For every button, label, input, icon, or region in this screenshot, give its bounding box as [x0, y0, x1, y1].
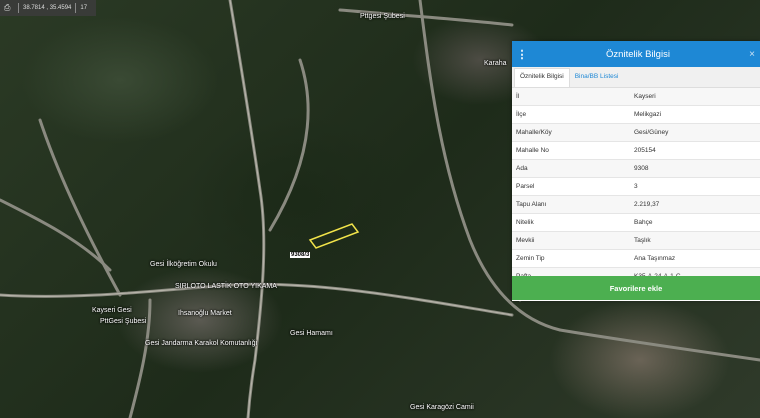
printer-icon[interactable]: ⎙ — [4, 4, 14, 12]
row-value: 3 — [634, 183, 638, 190]
attribute-table: İl Kayseri İlçe Melikgazi Mahalle/Köy Gesi/… — [512, 88, 760, 286]
row-value: 9308 — [634, 165, 649, 172]
add-to-favorites-button[interactable]: Favorilere ekle — [512, 276, 760, 300]
coordinate-readout: 38.7814 , 35.4594 — [23, 5, 72, 11]
table-row: İl Kayseri — [512, 88, 760, 106]
table-row: Ada 9308 — [512, 160, 760, 178]
coordinate-toolbar: ⎙ 38.7814 , 35.4594 17 — [0, 0, 96, 16]
map-place-label[interactable]: Gesi Karagözi Camii — [410, 404, 474, 411]
row-value: 2.219,37 — [634, 201, 660, 208]
map-place-label[interactable]: Karaha — [484, 60, 507, 67]
table-row: Zemin Tip Ana Taşınmaz — [512, 250, 760, 268]
map-place-label[interactable]: Gesi Jandarma Karakol Komutanlığı — [145, 340, 257, 347]
table-row: İlçe Melikgazi — [512, 106, 760, 124]
row-value: 205154 — [634, 147, 656, 154]
row-key: Zemin Tip — [516, 255, 545, 262]
row-key: Mahalle/Köy — [516, 129, 552, 136]
panel-header: ⋮ Öznitelik Bilgisi × — [512, 41, 760, 67]
row-key: İl — [516, 93, 520, 100]
panel-title: Öznitelik Bilgisi — [606, 48, 670, 60]
table-row: Mahalle/Köy Gesi/Güney — [512, 124, 760, 142]
row-key: Tapu Alanı — [516, 201, 547, 208]
attribute-panel: ⋮ Öznitelik Bilgisi × Öznitelik Bilgisi … — [512, 41, 760, 301]
row-value: Ana Taşınmaz — [634, 255, 676, 262]
tab-building-list[interactable]: Bina/BB Listesi — [570, 69, 624, 87]
map-place-label[interactable]: Ihsanoğlu Market — [178, 310, 232, 317]
close-icon[interactable]: × — [744, 49, 760, 60]
row-value: Bahçe — [634, 219, 653, 226]
toolbar-divider — [75, 3, 77, 13]
parcel-label[interactable]: 9308/3 — [290, 252, 311, 258]
row-key: Mahalle No — [516, 147, 549, 154]
parcel-outline — [308, 223, 360, 249]
tab-attribute-info[interactable]: Öznitelik Bilgisi — [514, 68, 570, 87]
row-key: Nitelik — [516, 219, 534, 226]
row-value: Melikgazi — [634, 111, 662, 118]
row-key: Mevkii — [516, 237, 535, 244]
map-place-label[interactable]: PttGesi Şubesi — [100, 318, 146, 325]
table-row: Mevkii Taşlık — [512, 232, 760, 250]
row-value: Taşlık — [634, 237, 651, 244]
row-key: Ada — [516, 165, 528, 172]
row-key: Parsel — [516, 183, 535, 190]
map-place-label[interactable]: SIRLOTO LASTİK OTO YIKAMA — [175, 283, 277, 290]
row-value: Gesi/Güney — [634, 129, 669, 136]
menu-icon[interactable]: ⋮ — [512, 48, 532, 61]
map-place-label[interactable]: Pttgesi Şubesi — [360, 13, 405, 20]
map-place-label[interactable]: Gesi Hamamı — [290, 330, 333, 337]
table-row: Mahalle No 205154 — [512, 142, 760, 160]
panel-tabs: Öznitelik Bilgisi Bina/BB Listesi — [512, 67, 760, 88]
table-row: Nitelik Bahçe — [512, 214, 760, 232]
map-place-label[interactable]: Kayseri Gesi — [92, 307, 132, 314]
row-value: Kayseri — [634, 93, 656, 100]
table-row: Tapu Alanı 2.219,37 — [512, 196, 760, 214]
map-place-label[interactable]: Gesi İlköğretim Okulu — [150, 261, 217, 268]
toolbar-divider — [18, 3, 19, 13]
row-key: İlçe — [516, 111, 527, 118]
zoom-level: 17 — [80, 5, 88, 11]
table-row: Parsel 3 — [512, 178, 760, 196]
